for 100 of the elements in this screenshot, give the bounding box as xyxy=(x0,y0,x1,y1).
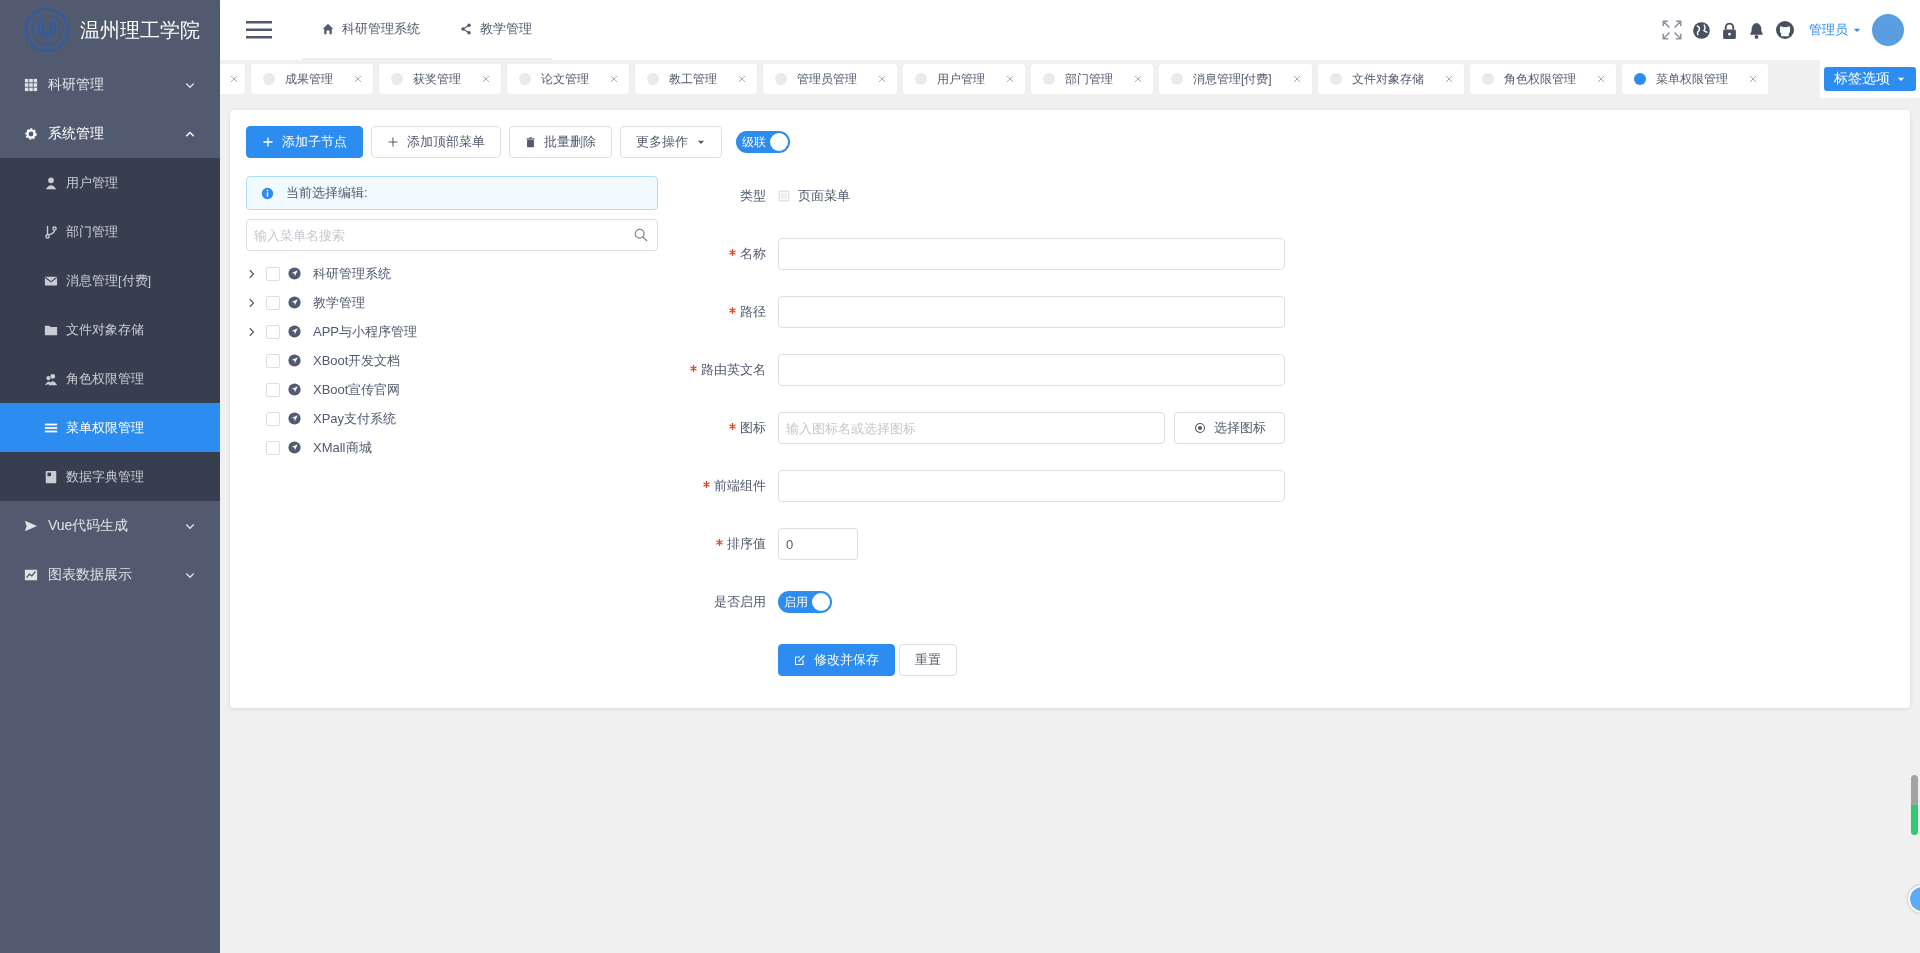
bell-icon xyxy=(1748,20,1765,40)
app-title: 温州理工学院 xyxy=(80,17,200,43)
plus-icon xyxy=(262,136,274,148)
tab[interactable]: 教工管理 xyxy=(635,64,757,94)
sidebar-group[interactable]: Vue代码生成 xyxy=(0,501,220,550)
checkbox[interactable] xyxy=(266,295,280,310)
tree-node-label[interactable]: XBoot开发文档 xyxy=(313,351,401,370)
sidebar-item[interactable]: 部门管理 xyxy=(0,207,220,256)
tree-node-label[interactable]: XMall商城 xyxy=(313,438,372,457)
tab[interactable] xyxy=(220,64,245,94)
input-field[interactable] xyxy=(778,354,1285,386)
settings-icon xyxy=(24,126,38,141)
sidebar-group[interactable]: 系统管理 xyxy=(0,109,220,158)
navigation-icon xyxy=(288,296,301,309)
input-field[interactable] xyxy=(778,296,1285,328)
tree-node-label[interactable]: 教学管理 xyxy=(313,293,365,312)
tab[interactable]: 文件对象存储 xyxy=(1317,64,1464,94)
edit-icon xyxy=(794,654,806,666)
navigation-icon xyxy=(288,325,301,338)
navigation-icon xyxy=(288,441,301,454)
close-icon xyxy=(229,74,239,84)
tree-node-label[interactable]: 科研管理系统 xyxy=(313,264,391,283)
tab[interactable]: 用户管理 xyxy=(903,64,1025,94)
field-label: 路径 xyxy=(740,303,766,321)
sidebar-item[interactable]: 文件对象存储 xyxy=(0,305,220,354)
user-menu[interactable]: 管理员 xyxy=(1809,21,1862,39)
toolbar-button[interactable]: 批量删除 xyxy=(509,126,612,158)
search-icon xyxy=(634,228,648,242)
close-icon xyxy=(877,74,887,84)
top-menu-item[interactable]: 教学管理 xyxy=(440,0,552,58)
close-icon xyxy=(1005,74,1015,84)
navigation-icon xyxy=(288,267,301,280)
tab[interactable]: 菜单权限管理 xyxy=(1621,64,1768,94)
plus-icon xyxy=(387,136,399,148)
paper-plane-icon xyxy=(24,518,38,533)
checkbox[interactable] xyxy=(266,266,280,281)
book-icon xyxy=(44,469,58,484)
close-icon xyxy=(1595,74,1606,84)
input-field[interactable] xyxy=(778,470,1285,502)
sidebar-group[interactable]: 科研管理 xyxy=(0,60,220,109)
info-icon xyxy=(261,186,274,200)
tree-node-label[interactable]: APP与小程序管理 xyxy=(313,322,417,341)
sidebar-item[interactable]: 数据字典管理 xyxy=(0,452,220,501)
select-icon-button[interactable]: 选择图标 xyxy=(1174,412,1285,444)
tab[interactable]: 获奖管理 xyxy=(379,64,501,94)
close-icon xyxy=(1133,74,1143,84)
navigation-icon xyxy=(288,412,301,425)
close-icon xyxy=(353,74,363,84)
avatar[interactable] xyxy=(1872,14,1904,46)
input-field[interactable] xyxy=(778,238,1285,270)
close-icon xyxy=(1443,74,1454,84)
tree-node-label[interactable]: XBoot宣传官网 xyxy=(313,380,401,399)
checkbox[interactable] xyxy=(266,411,280,426)
sidebar-item[interactable]: 消息管理[付费] xyxy=(0,256,220,305)
tab[interactable]: 成果管理 xyxy=(251,64,373,94)
branch-icon xyxy=(44,224,58,239)
field-label: 路由英文名 xyxy=(701,361,766,379)
field-label: 是否启用 xyxy=(714,593,766,611)
close-icon xyxy=(1291,74,1302,84)
tab[interactable]: 消息管理[付费] xyxy=(1159,64,1312,94)
top-menu-item[interactable]: 科研管理系统 xyxy=(302,0,440,58)
tab[interactable]: 管理员管理 xyxy=(763,64,897,94)
field-label: 排序值 xyxy=(727,535,766,553)
list-icon xyxy=(778,190,790,202)
checkbox[interactable] xyxy=(266,440,280,455)
chart-icon xyxy=(24,567,38,582)
tab[interactable]: 角色权限管理 xyxy=(1469,64,1616,94)
more-actions-button[interactable]: 更多操作 xyxy=(620,126,722,158)
tree-node-label[interactable]: XPay支付系统 xyxy=(313,409,397,428)
reset-button[interactable]: 重置 xyxy=(899,644,957,676)
number-field[interactable]: 0 xyxy=(778,528,858,560)
fullscreen-icon xyxy=(1662,20,1682,40)
field-label: 前端组件 xyxy=(714,477,766,495)
home-icon xyxy=(322,23,334,35)
globe-icon xyxy=(1692,20,1711,40)
checkbox[interactable] xyxy=(266,353,280,368)
level-meter-icon xyxy=(1911,775,1918,835)
alert-text: 当前选择编辑: xyxy=(286,184,368,202)
close-icon xyxy=(737,74,747,84)
user-icon xyxy=(44,175,58,190)
tab[interactable]: 部门管理 xyxy=(1031,64,1153,94)
sidebar-item[interactable]: 用户管理 xyxy=(0,158,220,207)
checkbox[interactable] xyxy=(266,324,280,339)
toolbar-button[interactable]: 添加顶部菜单 xyxy=(371,126,501,158)
close-icon xyxy=(1747,74,1758,84)
sidebar-item[interactable]: 角色权限管理 xyxy=(0,354,220,403)
close-icon xyxy=(609,74,619,84)
field-label: 类型 xyxy=(740,187,766,205)
grid-icon xyxy=(24,77,38,92)
people-icon xyxy=(44,371,58,386)
radio-icon xyxy=(1193,422,1206,434)
field-label: 图标 xyxy=(740,419,766,437)
tab[interactable]: 论文管理 xyxy=(507,64,629,94)
field-label: 名称 xyxy=(740,245,766,263)
menu-icon xyxy=(246,21,272,39)
navigation-icon xyxy=(288,383,301,396)
close-icon xyxy=(481,74,491,84)
sidebar-group[interactable]: 图表数据展示 xyxy=(0,550,220,599)
lock-icon xyxy=(1721,20,1738,40)
checkbox[interactable] xyxy=(266,382,280,397)
